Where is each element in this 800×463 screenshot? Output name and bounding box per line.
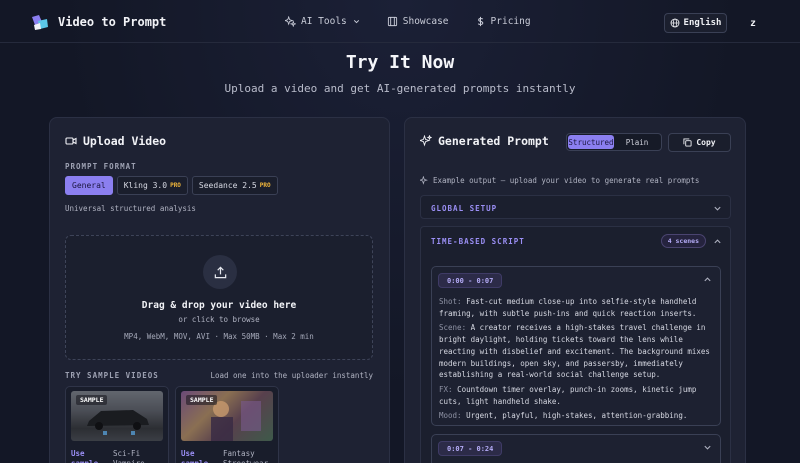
scene-key: Scene: — [439, 323, 467, 333]
view-toggle: Structured Plain — [566, 133, 662, 151]
language-label: English — [683, 18, 722, 28]
copy-icon — [683, 138, 692, 147]
copy-button[interactable]: Copy — [668, 133, 731, 152]
brand[interactable]: Video to Prompt — [30, 13, 166, 31]
dollar-icon — [477, 16, 483, 27]
format-label: Kling 3.0 — [123, 181, 168, 190]
sparkle-icon — [285, 16, 296, 27]
chevron-down-icon — [353, 20, 359, 24]
scenes-count-badge: 4 scenes — [660, 234, 706, 248]
avatar[interactable]: z — [744, 14, 762, 32]
shot-key: Shot: — [439, 297, 462, 306]
generated-title: Generated Prompt — [420, 134, 549, 148]
sparkle-icon — [420, 135, 432, 147]
format-general-button[interactable]: General — [65, 176, 113, 195]
pro-badge: PRO — [170, 182, 181, 189]
nav-pricing-label: Pricing — [490, 16, 531, 27]
page-subtitle: Upload a video and get AI-generated prom… — [224, 82, 576, 95]
example-note: Example output — upload your video to ge… — [420, 176, 699, 185]
example-note-text: Example output — upload your video to ge… — [433, 176, 700, 185]
pro-badge: PRO — [259, 182, 271, 189]
upload-panel: Upload Video PROMPT FORMAT General Kling… — [49, 117, 390, 463]
toggle-structured[interactable]: Structured — [568, 135, 614, 149]
upload-title: Upload Video — [65, 134, 166, 148]
generated-panel: Generated Prompt Structured Plain Copy E… — [404, 117, 746, 463]
sample-card[interactable]: SAMPLE Use sample Fantasy Streetwear — [175, 386, 279, 463]
top-nav: Video to Prompt AI Tools Showcase Pricin… — [0, 0, 800, 43]
scene-card[interactable]: 0:07 - 0:24 — [431, 434, 721, 463]
language-button[interactable]: English — [664, 13, 727, 33]
brand-name: Video to Prompt — [58, 15, 167, 29]
use-sample-link[interactable]: Use sample — [181, 449, 215, 463]
sample-videos-title: TRY SAMPLE VIDEOS — [65, 371, 159, 380]
nav-showcase-label: Showcase — [402, 16, 449, 27]
fx-key: FX: — [439, 384, 453, 394]
scene-body: Shot: Fast-cut medium close-up into self… — [439, 296, 715, 425]
format-label: General — [72, 181, 106, 190]
scene-text: A creator receives a high-stakes travel … — [439, 323, 710, 380]
sample-thumbnail: SAMPLE — [71, 391, 163, 441]
sample-name: Fantasy Streetwear — [223, 449, 268, 463]
chevron-down-icon — [714, 206, 721, 211]
fx-text: Countdown timer overlay, punch-in zooms,… — [439, 384, 697, 406]
format-seedance-button[interactable]: Seedance 2.5 PRO — [191, 176, 278, 195]
shot-text: Fast-cut medium close-up into selfie-sty… — [439, 297, 697, 318]
nav-showcase[interactable]: Showcase — [387, 16, 449, 27]
time-script-label[interactable]: TIME-BASED SCRIPT — [431, 237, 525, 246]
nav-links: AI Tools Showcase Pricing — [285, 16, 531, 27]
use-sample-link[interactable]: Use sample — [71, 449, 105, 463]
upload-icon — [214, 265, 226, 278]
sample-card[interactable]: SAMPLE Use sample Sci-Fi Vampire — [65, 386, 169, 463]
mood-key: Mood: — [439, 411, 462, 421]
scene-card: 0:00 - 0:07 Shot: Fast-cut medium close-… — [431, 266, 721, 426]
scene-time: 0:00 - 0:07 — [438, 273, 503, 288]
upload-icon-wrap — [203, 255, 237, 289]
nav-pricing[interactable]: Pricing — [475, 16, 531, 27]
global-setup-accordion[interactable]: GLOBAL SETUP — [420, 195, 731, 219]
time-script-accordion: TIME-BASED SCRIPT 4 scenes 0:00 - 0:07 S… — [420, 226, 731, 463]
sample-videos-hint: Load one into the uploader instantly — [210, 371, 373, 380]
nav-ai-tools[interactable]: AI Tools — [285, 16, 361, 27]
format-kling-button[interactable]: Kling 3.0 PRO — [116, 176, 188, 195]
format-description: Universal structured analysis — [65, 204, 196, 213]
dropzone-browse-text: or click to browse — [178, 315, 260, 324]
format-label: Seedance 2.5 — [198, 181, 257, 190]
page-title: Try It Now — [345, 52, 455, 73]
video-camera-icon — [65, 137, 77, 145]
sample-name: Sci-Fi Vampire — [113, 449, 145, 463]
dropzone-formats: MP4, WebM, MOV, AVI · Max 50MB · Max 2 m… — [124, 332, 314, 341]
chevron-up-icon[interactable] — [713, 237, 722, 246]
sparkle-icon — [420, 176, 428, 185]
video-dropzone[interactable]: Drag & drop your video here or click to … — [65, 235, 373, 360]
format-selector: General Kling 3.0 PRO Seedance 2.5 PRO — [65, 176, 278, 195]
dropzone-main-text: Drag & drop your video here — [141, 300, 297, 311]
nav-ai-tools-label: AI Tools — [301, 16, 347, 27]
prompt-format-label: PROMPT FORMAT — [65, 162, 137, 171]
toggle-plain[interactable]: Plain — [614, 135, 660, 149]
chevron-down-icon — [704, 445, 711, 450]
film-icon — [387, 16, 397, 27]
globe-icon — [670, 18, 679, 28]
sample-badge: SAMPLE — [76, 395, 108, 405]
global-setup-label: GLOBAL SETUP — [431, 204, 498, 213]
sample-badge: SAMPLE — [186, 395, 218, 405]
mood-text: Urgent, playful, high-stakes, attention-… — [466, 411, 688, 421]
chevron-up-icon[interactable] — [703, 275, 712, 284]
upload-title-label: Upload Video — [83, 134, 167, 148]
generated-title-label: Generated Prompt — [438, 134, 549, 148]
sample-thumbnail: SAMPLE — [181, 391, 273, 441]
scene-time: 0:07 - 0:24 — [438, 441, 503, 456]
copy-label: Copy — [696, 138, 716, 147]
logo-icon — [32, 15, 48, 30]
